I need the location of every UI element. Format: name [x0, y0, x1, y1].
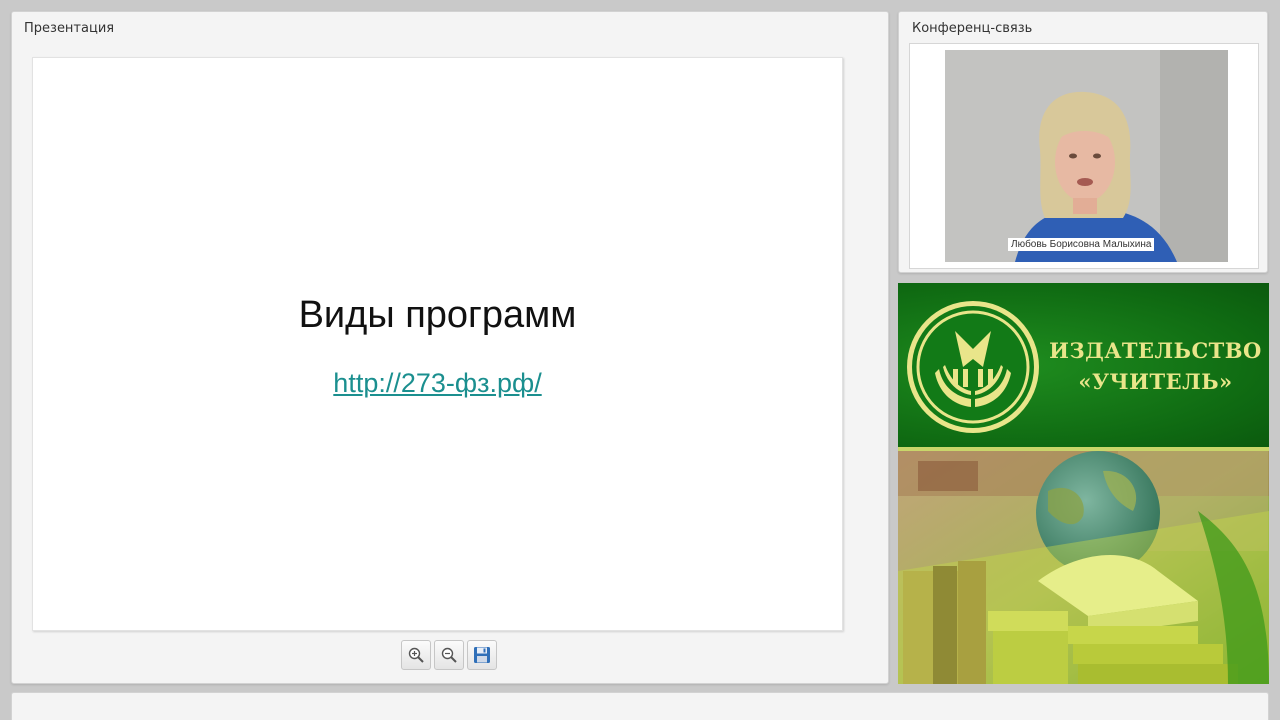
publisher-name: ИЗДАТЕЛЬСТВО «УЧИТЕЛЬ»: [1048, 335, 1263, 397]
slide-link[interactable]: http://273-фз.рф/: [33, 368, 842, 399]
presentation-panel: Презентация Виды программ http://273-фз.…: [11, 11, 889, 684]
conference-panel: Конференц-связь Любовь Борисовна Малыхин…: [898, 11, 1268, 273]
save-icon: [474, 647, 490, 663]
conference-panel-title: Конференц-связь: [912, 21, 1033, 36]
video-frame: Любовь Борисовна Малыхина: [909, 43, 1259, 269]
publisher-name-line2: «УЧИТЕЛЬ»: [1078, 369, 1233, 394]
publisher-logo: [907, 301, 1039, 433]
presentation-panel-title: Презентация: [24, 21, 115, 36]
zoom-out-button[interactable]: [434, 640, 464, 670]
banner-illustration: [898, 451, 1269, 684]
publisher-name-line1: ИЗДАТЕЛЬСТВО: [1049, 338, 1262, 363]
zoom-in-icon: [408, 647, 424, 663]
zoom-in-button[interactable]: [401, 640, 431, 670]
books-globe-illustration: [898, 451, 1269, 684]
zoom-out-icon: [441, 647, 457, 663]
presentation-slide: Виды программ http://273-фз.рф/: [32, 57, 843, 631]
presentation-toolbar: [401, 640, 497, 670]
bottom-panel: [11, 692, 1269, 720]
participant-name-tag: Любовь Борисовна Малыхина: [1008, 238, 1155, 251]
save-button[interactable]: [467, 640, 497, 670]
participant-silhouette: [945, 50, 1228, 262]
participant-video[interactable]: Любовь Борисовна Малыхина: [945, 50, 1228, 262]
publisher-banner: ИЗДАТЕЛЬСТВО «УЧИТЕЛЬ»: [898, 283, 1269, 684]
slide-heading: Виды программ: [298, 294, 577, 336]
banner-top: ИЗДАТЕЛЬСТВО «УЧИТЕЛЬ»: [898, 283, 1269, 447]
